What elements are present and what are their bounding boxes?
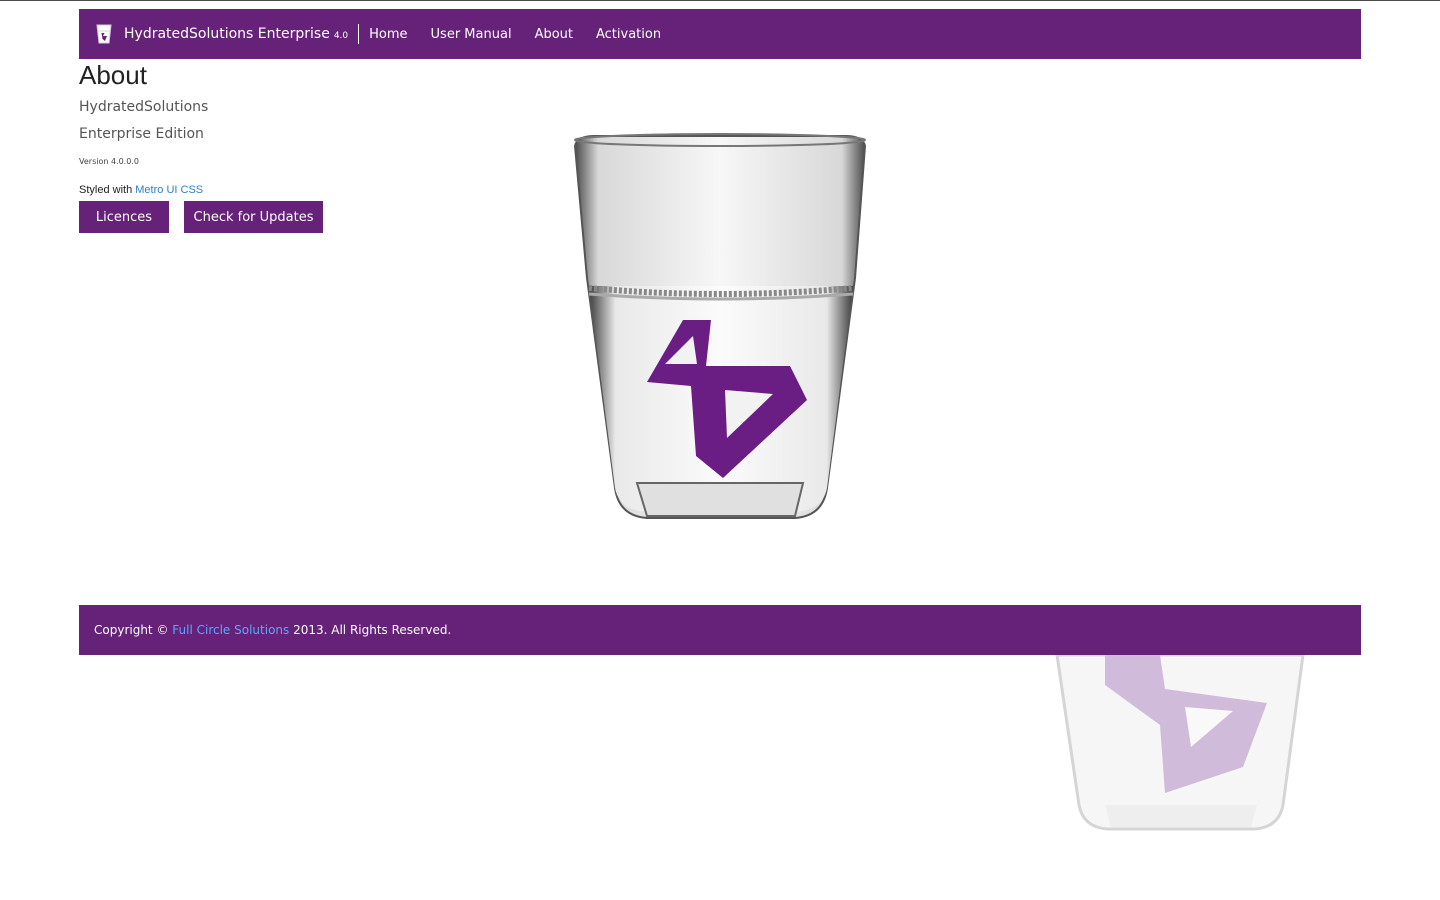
styled-with-prefix: Styled with: [79, 184, 133, 196]
nav-item-user-manual[interactable]: User Manual: [431, 27, 512, 42]
brand-name: HydratedSolutions Enterprise: [124, 26, 330, 42]
nav-divider: [358, 24, 360, 44]
copyright-prefix: Copyright ©: [94, 623, 169, 637]
faded-glass-reflection: [1055, 655, 1305, 831]
licences-button[interactable]: Licences: [79, 201, 169, 233]
metro-ui-link[interactable]: Metro UI CSS: [135, 184, 203, 196]
brand-link[interactable]: HydratedSolutions Enterprise 4.0: [79, 9, 348, 59]
copyright-suffix: 2013. All Rights Reserved.: [293, 623, 452, 637]
water-glass-logo-image: [573, 133, 867, 519]
edition-name: Enterprise Edition: [79, 126, 204, 142]
version-label: Version 4.0.0.0: [79, 157, 139, 166]
brand-version: 4.0: [333, 31, 349, 41]
top-rule: [0, 0, 1440, 1]
nav-item-about[interactable]: About: [535, 27, 573, 42]
nav-item-activation[interactable]: Activation: [596, 27, 661, 42]
styled-with-line: Styled with Metro UI CSS: [79, 184, 203, 196]
top-navbar: HydratedSolutions Enterprise 4.0 Home Us…: [79, 9, 1361, 59]
page-title: About: [79, 60, 147, 90]
product-name: HydratedSolutions: [79, 99, 209, 115]
full-circle-solutions-link[interactable]: Full Circle Solutions: [172, 623, 289, 637]
glass-logo-icon: [96, 24, 112, 44]
page-footer: Copyright © Full Circle Solutions 2013. …: [79, 605, 1361, 655]
nav-item-home[interactable]: Home: [369, 27, 407, 42]
check-updates-button[interactable]: Check for Updates: [184, 201, 323, 233]
